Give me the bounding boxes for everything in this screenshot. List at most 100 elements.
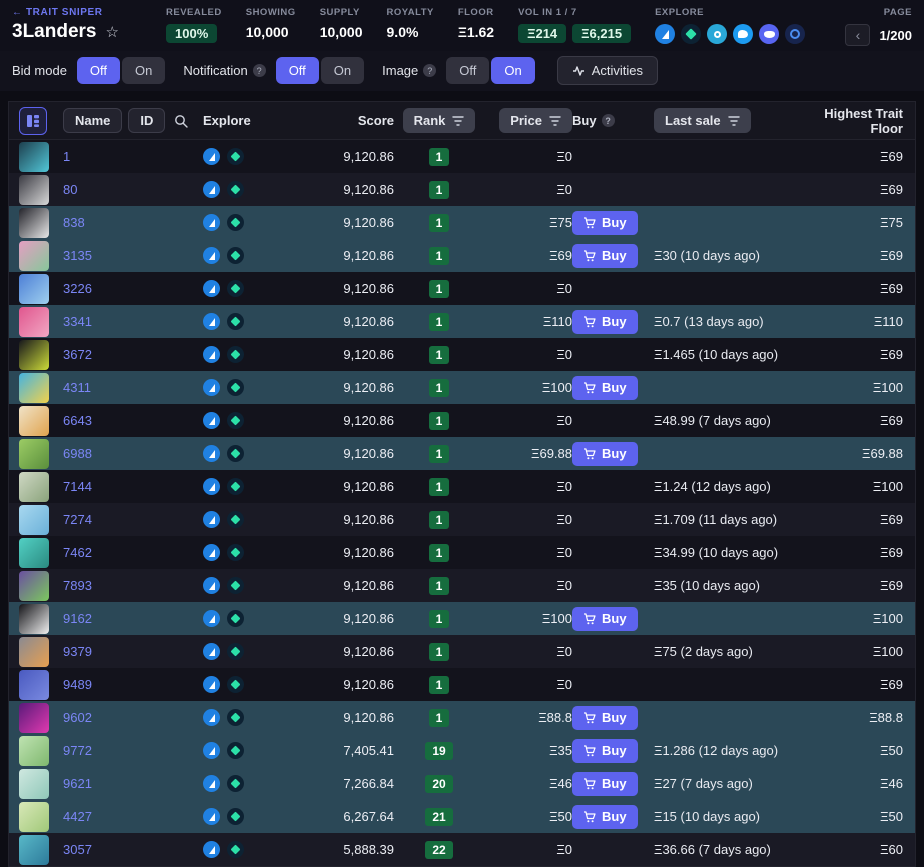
token-id-link[interactable]: 6988 bbox=[63, 446, 92, 461]
opensea-icon[interactable] bbox=[203, 313, 220, 330]
buy-button[interactable]: Buy bbox=[572, 606, 638, 631]
opensea-icon[interactable] bbox=[203, 478, 220, 495]
gem-icon[interactable] bbox=[227, 709, 244, 726]
bid-mode-off-button[interactable]: Off bbox=[76, 57, 121, 84]
gem-icon[interactable] bbox=[227, 544, 244, 561]
opensea-icon[interactable] bbox=[203, 214, 220, 231]
nft-thumbnail[interactable] bbox=[19, 702, 49, 733]
buy-button[interactable]: Buy bbox=[572, 738, 638, 763]
gem-icon[interactable] bbox=[227, 643, 244, 660]
opensea-icon[interactable] bbox=[203, 775, 220, 792]
token-id-link[interactable]: 3341 bbox=[63, 314, 92, 329]
gem-icon[interactable] bbox=[227, 445, 244, 462]
nft-thumbnail[interactable] bbox=[19, 669, 49, 700]
notification-off-button[interactable]: Off bbox=[275, 57, 319, 84]
buy-button[interactable]: Buy bbox=[572, 771, 638, 796]
opensea-icon[interactable] bbox=[203, 709, 220, 726]
image-off-button[interactable]: Off bbox=[446, 57, 490, 84]
token-id-link[interactable]: 3672 bbox=[63, 347, 92, 362]
prev-page-button[interactable]: ‹ bbox=[845, 24, 871, 46]
buy-button[interactable]: Buy bbox=[572, 441, 638, 466]
gem-icon[interactable] bbox=[227, 841, 244, 858]
opensea-icon[interactable] bbox=[203, 148, 220, 165]
buy-button[interactable]: Buy bbox=[572, 309, 638, 334]
website-icon[interactable] bbox=[785, 24, 806, 44]
nft-thumbnail[interactable] bbox=[19, 768, 49, 799]
opensea-icon[interactable] bbox=[203, 247, 220, 264]
token-id-link[interactable]: 1 bbox=[63, 149, 70, 164]
id-sort-button[interactable]: ID bbox=[128, 108, 166, 133]
opensea-icon[interactable] bbox=[203, 412, 220, 429]
gem-icon[interactable] bbox=[227, 412, 244, 429]
card-view-button[interactable] bbox=[19, 106, 47, 135]
nft-thumbnail[interactable] bbox=[19, 735, 49, 766]
nft-thumbnail[interactable] bbox=[19, 834, 49, 865]
nft-thumbnail[interactable] bbox=[19, 471, 49, 502]
nft-thumbnail[interactable] bbox=[19, 405, 49, 436]
gem-icon[interactable] bbox=[227, 181, 244, 198]
discord-icon[interactable] bbox=[759, 24, 780, 44]
token-id-link[interactable]: 6643 bbox=[63, 413, 92, 428]
opensea-icon[interactable] bbox=[203, 511, 220, 528]
token-id-link[interactable]: 9379 bbox=[63, 644, 92, 659]
nft-thumbnail[interactable] bbox=[19, 273, 49, 304]
nft-thumbnail[interactable] bbox=[19, 174, 49, 205]
opensea-icon[interactable] bbox=[203, 742, 220, 759]
token-id-link[interactable]: 4311 bbox=[63, 380, 91, 395]
nft-thumbnail[interactable] bbox=[19, 603, 49, 634]
token-id-link[interactable]: 3057 bbox=[63, 842, 92, 857]
nft-thumbnail[interactable] bbox=[19, 207, 49, 238]
token-id-link[interactable]: 7462 bbox=[63, 545, 92, 560]
nft-thumbnail[interactable] bbox=[19, 636, 49, 667]
opensea-icon[interactable] bbox=[655, 24, 676, 44]
gem-icon[interactable] bbox=[227, 247, 244, 264]
opensea-icon[interactable] bbox=[203, 676, 220, 693]
opensea-icon[interactable] bbox=[203, 346, 220, 363]
buy-button[interactable]: Buy bbox=[572, 210, 638, 235]
token-id-link[interactable]: 4427 bbox=[63, 809, 92, 824]
opensea-icon[interactable] bbox=[203, 610, 220, 627]
buy-button[interactable]: Buy bbox=[572, 243, 638, 268]
gem-icon[interactable] bbox=[227, 379, 244, 396]
gem-icon[interactable] bbox=[227, 313, 244, 330]
token-id-link[interactable]: 7274 bbox=[63, 512, 92, 527]
image-on-button[interactable]: On bbox=[491, 57, 535, 84]
opensea-icon[interactable] bbox=[203, 643, 220, 660]
notification-on-button[interactable]: On bbox=[320, 57, 365, 84]
opensea-icon[interactable] bbox=[203, 181, 220, 198]
opensea-icon[interactable] bbox=[203, 544, 220, 561]
token-id-link[interactable]: 80 bbox=[63, 182, 77, 197]
rank-filter-button[interactable]: Rank bbox=[402, 108, 476, 133]
buy-button[interactable]: Buy bbox=[572, 804, 638, 829]
token-id-link[interactable]: 9489 bbox=[63, 677, 92, 692]
name-sort-button[interactable]: Name bbox=[63, 108, 123, 133]
x2y2-icon[interactable] bbox=[707, 24, 728, 44]
nft-thumbnail[interactable] bbox=[19, 438, 49, 469]
twitter-icon[interactable] bbox=[733, 24, 754, 44]
gem-icon[interactable] bbox=[227, 676, 244, 693]
bid-mode-on-button[interactable]: On bbox=[122, 57, 166, 84]
nft-thumbnail[interactable] bbox=[19, 537, 49, 568]
opensea-icon[interactable] bbox=[203, 841, 220, 858]
nft-thumbnail[interactable] bbox=[19, 504, 49, 535]
page-indicator[interactable]: 1/200 bbox=[879, 28, 912, 43]
token-id-link[interactable]: 3226 bbox=[63, 281, 92, 296]
opensea-icon[interactable] bbox=[203, 379, 220, 396]
buy-button[interactable]: Buy bbox=[572, 375, 638, 400]
gem-icon[interactable] bbox=[227, 280, 244, 297]
search-button[interactable] bbox=[171, 111, 191, 131]
nft-thumbnail[interactable] bbox=[19, 801, 49, 832]
gem-icon[interactable] bbox=[227, 742, 244, 759]
gem-icon[interactable] bbox=[227, 775, 244, 792]
opensea-icon[interactable] bbox=[203, 808, 220, 825]
token-id-link[interactable]: 9621 bbox=[63, 776, 92, 791]
nft-thumbnail[interactable] bbox=[19, 306, 49, 337]
gem-icon[interactable] bbox=[227, 148, 244, 165]
gem-icon[interactable] bbox=[227, 511, 244, 528]
nft-thumbnail[interactable] bbox=[19, 372, 49, 403]
gem-icon[interactable] bbox=[227, 214, 244, 231]
favorite-star-icon[interactable]: ☆ bbox=[105, 23, 118, 41]
gem-icon[interactable] bbox=[227, 478, 244, 495]
token-id-link[interactable]: 7144 bbox=[63, 479, 92, 494]
gem-icon[interactable] bbox=[227, 808, 244, 825]
